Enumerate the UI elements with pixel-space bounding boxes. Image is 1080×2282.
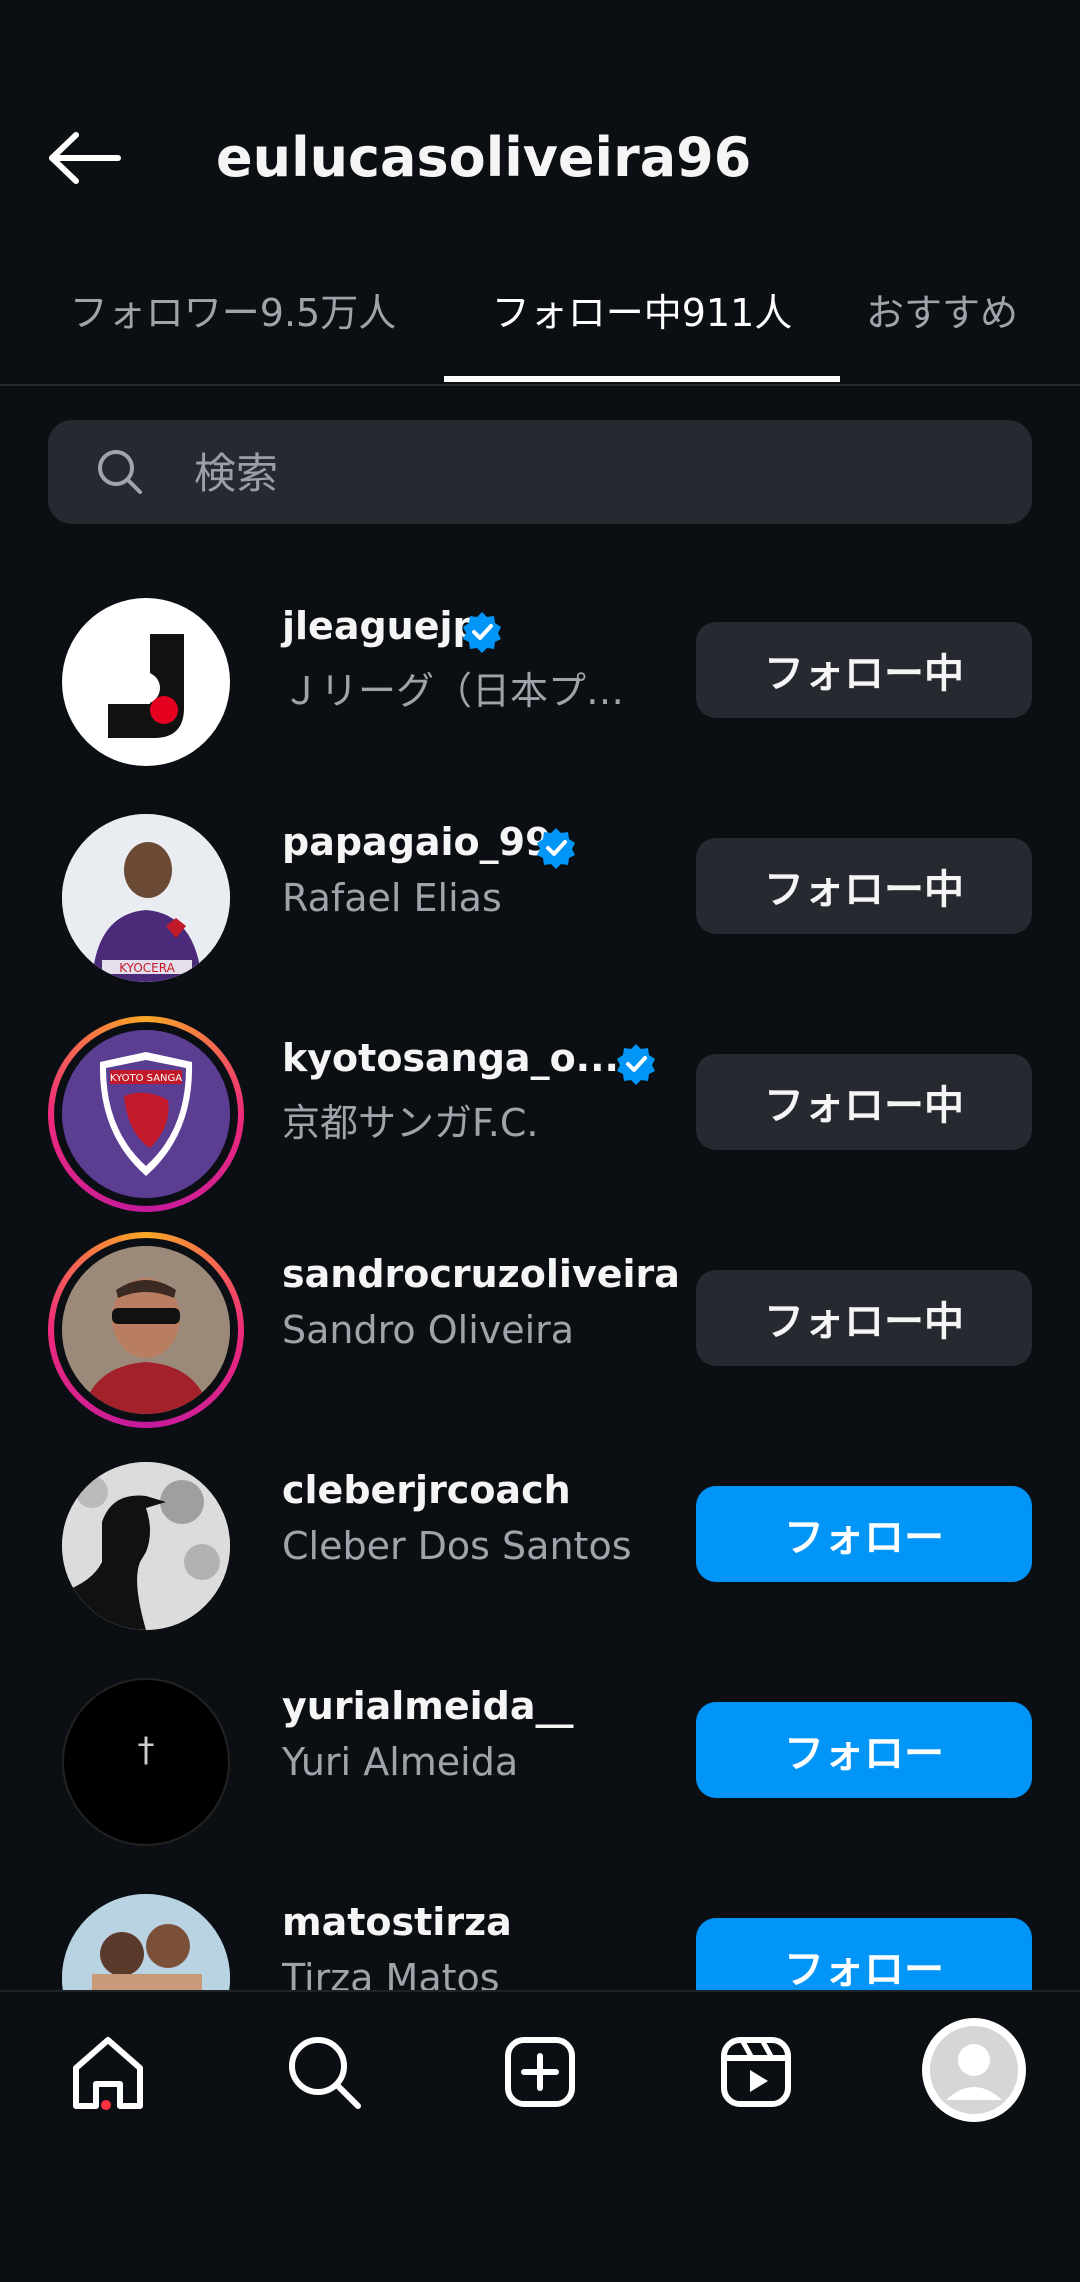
avatar[interactable] [48,1232,244,1428]
display-name: Sandro Oliveira [282,1308,575,1352]
search-input[interactable] [192,420,996,526]
username[interactable]: papagaio_99 [282,820,552,864]
verified-badge-icon [617,1044,655,1085]
display-name: Cleber Dos Santos [282,1524,632,1568]
username[interactable]: yurialmeida__ [282,1684,574,1728]
list-item[interactable]: sandrocruzoliveira Sandro Oliveira フォロー中 [0,1214,1080,1430]
list-item[interactable]: jleaguejp Ｊリーグ（日本プ… フォロー中 [0,566,1080,782]
tab-suggested[interactable]: おすすめ [866,268,1080,380]
list-item[interactable]: KYOTO SANGA kyotosanga_o... 京都サンガF.C. フォ… [0,998,1080,1214]
profile-placeholder-icon [930,2026,1018,2114]
following-button[interactable]: フォロー中 [696,1270,1032,1366]
crest-text: KYOTO SANGA [110,1073,182,1084]
username[interactable]: kyotosanga_o... [282,1036,619,1080]
jleague-logo-icon [108,634,184,738]
avatar[interactable]: KYOCERA [48,800,244,996]
following-list: jleaguejp Ｊリーグ（日本プ… フォロー中 KYOCERA papaga… [0,566,1080,1990]
jersey-sponsor: KYOCERA [119,961,175,975]
top-app-bar: eulucasoliveira96 [0,95,1080,220]
following-button[interactable]: フォロー中 [696,1054,1032,1150]
avatar[interactable] [48,1448,244,1644]
cross-glyph: † [137,1730,155,1770]
verified-badge-icon [537,828,575,869]
username[interactable]: cleberjrcoach [282,1468,571,1512]
profile-avatar[interactable] [922,2018,1026,2122]
person-photo-icon [62,1246,230,1414]
bottom-navigation [0,1990,1080,2282]
reels-icon[interactable] [706,2022,806,2122]
create-icon[interactable] [490,2022,590,2122]
follow-tabs: フォロワー9.5万人 フォロー中911人 おすすめ [0,268,1080,386]
display-name: Rafael Elias [282,876,502,920]
list-item[interactable]: matostirza Tirza Matos フォロー [0,1862,1080,1990]
kyoto-sanga-crest-icon: KYOTO SANGA [62,1030,230,1198]
display-name: 京都サンガF.C. [282,1101,539,1145]
username[interactable]: jleaguejp [282,604,480,648]
avatar[interactable]: † [48,1664,244,1860]
list-item[interactable]: † yurialmeida__ Yuri Almeida フォロー [0,1646,1080,1862]
tab-following[interactable]: フォロー中911人 [444,268,840,380]
list-item[interactable]: KYOCERA papagaio_99 Rafael Elias フォロー中 [0,782,1080,998]
display-name: Ｊリーグ（日本プ… [282,669,625,713]
avatar[interactable]: KYOTO SANGA [48,1016,244,1212]
follow-button[interactable]: フォロー [696,1486,1032,1582]
back-arrow-icon[interactable] [40,123,130,193]
profile-username-title: eulucasoliveira96 [216,126,752,189]
verified-badge-icon [463,612,501,653]
active-tab-indicator [444,376,840,382]
avatar[interactable] [48,1880,244,1990]
username[interactable]: sandrocruzoliveira [282,1252,680,1296]
following-button[interactable]: フォロー中 [696,838,1032,934]
search-bar[interactable] [48,420,1032,526]
display-name: Yuri Almeida [282,1740,519,1784]
following-button[interactable]: フォロー中 [696,622,1032,718]
notification-dot [101,2100,111,2110]
silhouette-photo-icon [62,1462,230,1630]
tab-followers[interactable]: フォロワー9.5万人 [48,268,418,380]
couple-photo-icon [62,1894,230,1990]
username[interactable]: matostirza [282,1900,512,1944]
list-item[interactable]: cleberjrcoach Cleber Dos Santos フォロー [0,1430,1080,1646]
follow-button[interactable]: フォロー [696,1702,1032,1798]
search-icon[interactable] [274,2022,374,2122]
avatar[interactable] [48,584,244,780]
display-name: Tirza Matos [282,1956,500,1990]
search-icon [98,450,142,494]
player-photo-icon: KYOCERA [62,814,230,982]
follow-button[interactable]: フォロー [696,1918,1032,1990]
